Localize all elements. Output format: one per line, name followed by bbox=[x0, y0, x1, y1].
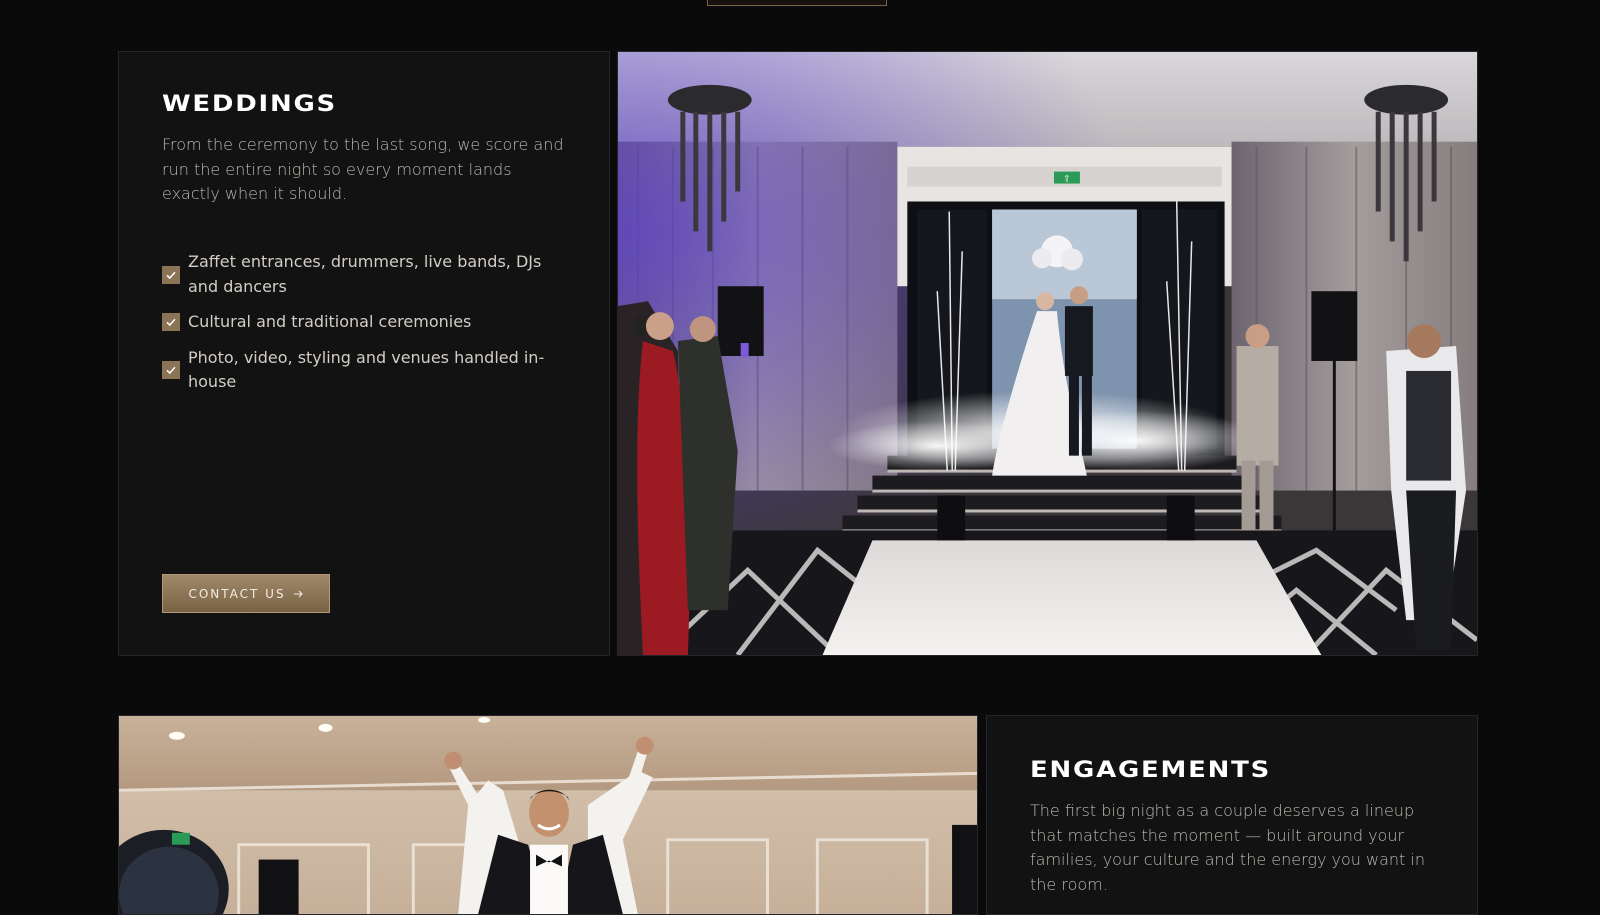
weddings-card: WEDDINGS From the ceremony to the last s… bbox=[118, 51, 610, 656]
feature-item: Zaffet entrances, drummers, live bands, … bbox=[162, 250, 567, 299]
engagements-description: The first big night as a couple deserves… bbox=[1030, 801, 1425, 894]
weddings-feature-list: Zaffet entrances, drummers, live bands, … bbox=[162, 250, 567, 395]
engagements-card: ENGAGEMENTS The first big night as a cou… bbox=[986, 715, 1478, 915]
check-icon bbox=[162, 313, 180, 332]
feature-item: Photo, video, styling and venues handled… bbox=[162, 346, 567, 395]
feature-text: Photo, video, styling and venues handled… bbox=[188, 347, 545, 392]
engagement-celebration-photo bbox=[118, 715, 978, 915]
wedding-entrance-photo: ⇧ bbox=[617, 51, 1478, 656]
exit-sign-glyph: ⇧ bbox=[1063, 175, 1071, 185]
feature-item: Cultural and traditional ceremonies bbox=[162, 310, 567, 335]
weddings-description: From the ceremony to the last song, we s… bbox=[162, 135, 564, 203]
feature-text: Cultural and traditional ceremonies bbox=[188, 312, 472, 331]
check-icon bbox=[162, 361, 180, 379]
engagements-title: ENGAGEMENTS bbox=[1030, 758, 1272, 783]
previous-section-button-edge[interactable] bbox=[707, 0, 887, 6]
feature-text: Zaffet entrances, drummers, live bands, … bbox=[188, 252, 542, 296]
contact-us-label: CONTACT US bbox=[188, 586, 286, 601]
check-icon bbox=[162, 265, 180, 284]
arrow-right-icon bbox=[293, 587, 304, 601]
weddings-title: WEDDINGS bbox=[162, 92, 338, 117]
contact-us-button[interactable]: CONTACT US bbox=[162, 574, 330, 613]
